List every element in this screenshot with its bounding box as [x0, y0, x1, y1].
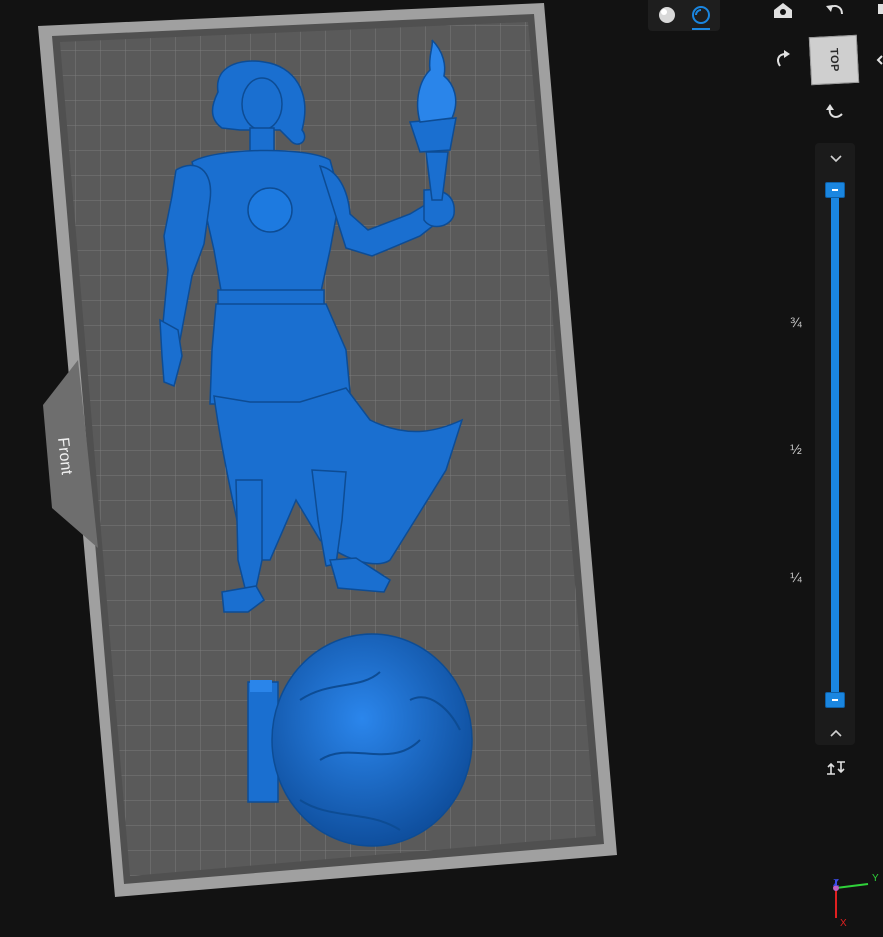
- chevron-up-icon: [830, 729, 842, 737]
- axis-x-label: X: [840, 918, 847, 929]
- home-view-button[interactable]: [771, 0, 795, 20]
- axis-z-label: Z: [833, 878, 839, 889]
- view-mode-toggle: [648, 0, 720, 31]
- viewport-canvas: Front Z Y X: [38, 3, 879, 929]
- layer-slider-bottom-handle[interactable]: [825, 692, 845, 708]
- layer-tick-three-quarters: ¾: [790, 314, 802, 330]
- axis-y-label: Y: [872, 873, 879, 884]
- 3d-viewport[interactable]: Front Z Y X: [0, 0, 883, 932]
- rotate-left-icon: [826, 5, 843, 15]
- axes-gizmo: Z Y X: [833, 873, 879, 929]
- solid-view-button[interactable]: [652, 2, 682, 29]
- layer-down-button[interactable]: [826, 726, 846, 740]
- layer-slider-track[interactable]: [831, 188, 839, 702]
- top-right-partial-button[interactable]: [876, 0, 883, 16]
- rotate-down-icon: [826, 104, 843, 118]
- layer-height-button[interactable]: [825, 758, 847, 778]
- xray-view-button[interactable]: [686, 2, 716, 30]
- chevron-down-icon: [830, 155, 842, 163]
- view-cube-label: TOP: [827, 47, 841, 73]
- chevron-left-icon: [876, 55, 883, 65]
- rotate-left-button[interactable]: [822, 0, 848, 20]
- view-cube-right-arrow[interactable]: [876, 52, 883, 68]
- layer-tick-half: ½: [790, 441, 802, 457]
- layer-tick-quarter: ¼: [790, 569, 802, 585]
- xray-sphere-icon: [692, 6, 710, 24]
- rotate-right-button[interactable]: [770, 48, 794, 72]
- rotate-down-button[interactable]: [822, 100, 848, 124]
- view-cube-top-face[interactable]: TOP: [808, 34, 860, 86]
- solid-sphere-icon: [659, 7, 675, 23]
- layer-height-icon: [827, 761, 845, 775]
- home-view-icon: [774, 3, 792, 18]
- rotate-right-icon: [777, 50, 790, 67]
- layer-slider-top-handle[interactable]: [825, 182, 845, 198]
- layer-up-button[interactable]: [826, 151, 846, 165]
- partial-icon: [878, 4, 883, 14]
